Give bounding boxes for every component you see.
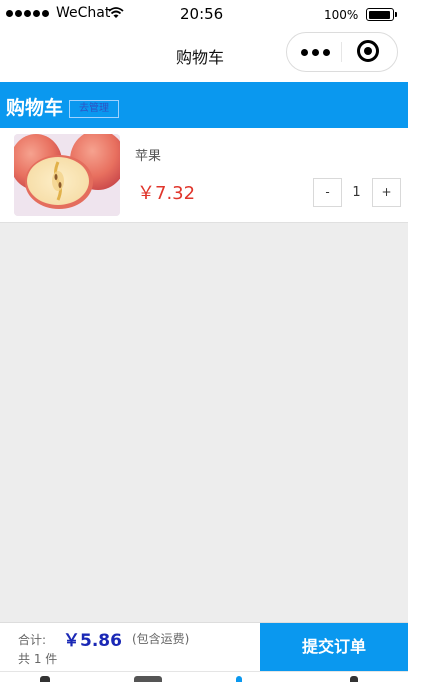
tab-category-icon[interactable] — [134, 676, 162, 682]
miniprogram-capsule — [286, 32, 398, 72]
tab-cart-icon[interactable] — [236, 676, 242, 682]
item-count: 共 1 件 — [18, 652, 58, 666]
cart-header: 购物车 — [0, 82, 408, 128]
status-bar: WeChat 20:56 100% — [0, 0, 408, 30]
status-time: 20:56 — [180, 5, 224, 23]
product-image[interactable] — [14, 134, 120, 216]
quantity-stepper: - 1 + — [313, 178, 401, 207]
battery-icon — [366, 8, 397, 21]
shipping-note: (包含运费) — [132, 632, 190, 646]
battery-percent: 100% — [324, 8, 359, 22]
page-margin — [408, 0, 422, 682]
tab-home-icon[interactable] — [40, 676, 50, 682]
checkout-bar: 合计: ￥5.86 (包含运费) 共 1 件 提交订单 — [0, 622, 408, 671]
wifi-icon — [108, 7, 124, 23]
more-options-icon[interactable] — [301, 45, 333, 59]
manage-button[interactable]: 去管理 — [69, 100, 119, 118]
tab-profile-icon[interactable] — [350, 676, 358, 682]
signal-icon — [6, 10, 49, 17]
decrease-quantity-button[interactable]: - — [313, 178, 342, 207]
nav-bar: 购物车 — [0, 30, 408, 82]
product-price: ￥7.32 — [137, 183, 196, 204]
submit-order-button[interactable]: 提交订单 — [260, 623, 408, 671]
apple-photo — [14, 134, 120, 216]
phone-screen: WeChat 20:56 100% 购物车 购物车 去管理 苹果 ￥7.32 -… — [0, 0, 408, 682]
product-name[interactable]: 苹果 — [135, 145, 161, 164]
quantity-value[interactable]: 1 — [342, 178, 371, 207]
total-amount: ￥5.86 — [63, 631, 122, 651]
capsule-divider — [341, 42, 342, 62]
increase-quantity-button[interactable]: + — [372, 178, 401, 207]
total-label: 合计: — [18, 633, 47, 647]
close-miniprogram-icon[interactable] — [357, 40, 379, 62]
cart-item[interactable]: 苹果 ￥7.32 - 1 + — [0, 128, 408, 223]
tab-bar — [0, 671, 408, 682]
cart-header-title: 购物车 — [6, 97, 64, 119]
carrier-name: WeChat — [56, 5, 111, 21]
